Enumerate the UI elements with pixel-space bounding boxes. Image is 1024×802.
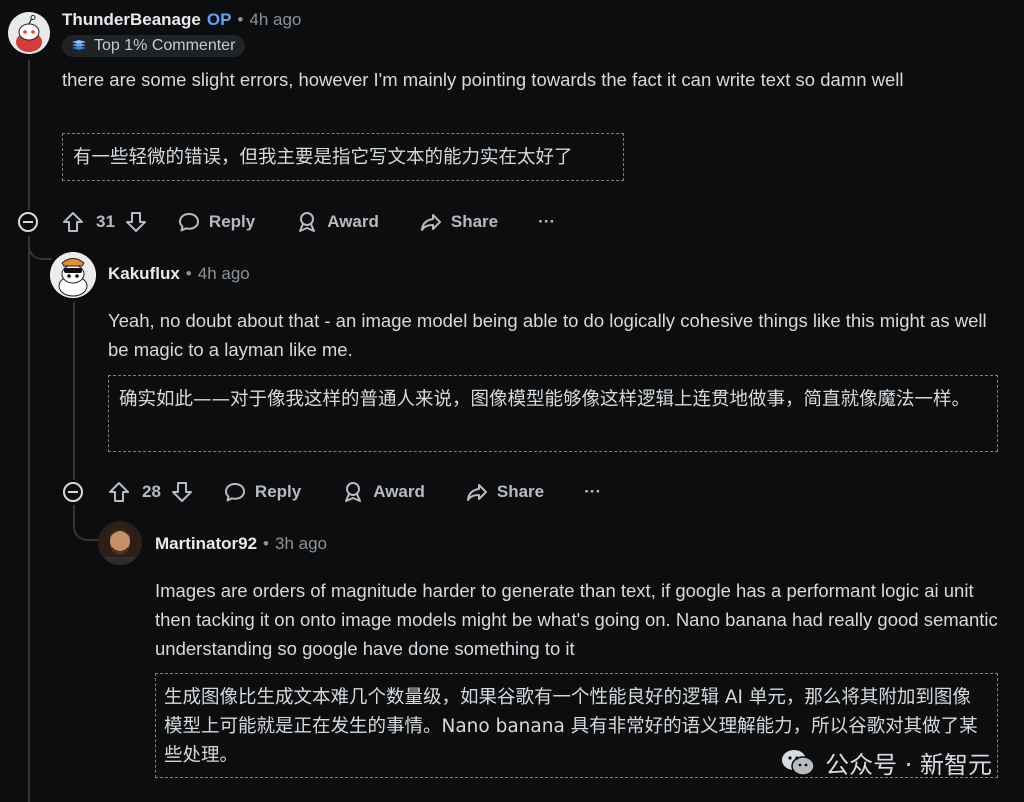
thread-line-root: [28, 60, 30, 210]
timestamp[interactable]: 3h ago: [275, 534, 327, 554]
thread-line-kakuflux: [73, 302, 75, 480]
user-photo-avatar-icon: [98, 521, 142, 565]
share-arrow-icon: [420, 214, 441, 231]
avatar[interactable]: [8, 12, 50, 54]
commenter-badge-icon: [72, 40, 86, 50]
user-flair: Top 1% Commenter: [62, 35, 246, 57]
comment-actions: 28 Reply Award Share ···: [108, 477, 601, 507]
translation-box: 有一些轻微的错误，但我主要是指它写文本的能力实在太好了: [62, 133, 624, 181]
downvote-arrow-icon: [171, 482, 192, 502]
avatar[interactable]: [98, 521, 142, 565]
thread-connector-martinator: [73, 505, 99, 541]
collapse-thread-button[interactable]: [18, 212, 38, 232]
translation-box: 确实如此——对于像我这样的普通人来说，图像模型能够像这样逻辑上连贯地做事，简直就…: [108, 375, 998, 452]
reply-button[interactable]: Reply: [177, 211, 255, 233]
username[interactable]: Martinator92: [155, 534, 257, 554]
more-options-button[interactable]: ···: [584, 482, 601, 502]
share-button[interactable]: Share: [465, 481, 544, 503]
reply-bubble-icon: [178, 213, 199, 232]
vote-count: 31: [96, 212, 115, 231]
separator-dot: •: [185, 264, 192, 283]
upvote-arrow-icon: [109, 482, 129, 502]
downvote-button[interactable]: [171, 481, 193, 503]
thread-line-root-lower: [28, 236, 30, 802]
comment-body: Images are orders of magnitude harder to…: [155, 580, 998, 659]
snoo-avatar-icon: [8, 12, 50, 54]
reply-label: Reply: [208, 212, 256, 231]
reply-bubble-icon: [224, 483, 245, 502]
separator-dot: •: [237, 10, 244, 29]
award-button[interactable]: Award: [295, 211, 379, 233]
comment-header: Martinator92 • 3h ago: [155, 534, 327, 554]
watermark-text: 公众号 · 新智元: [825, 751, 992, 779]
award-label: Award: [373, 482, 425, 501]
vote-count: 28: [142, 482, 161, 501]
more-options-icon: ···: [584, 482, 602, 501]
timestamp[interactable]: 4h ago: [198, 264, 250, 284]
separator-dot: •: [263, 534, 269, 553]
award-label: Award: [327, 212, 379, 231]
more-options-button[interactable]: ···: [538, 212, 555, 232]
comment-body: Yeah, no doubt about that - an image mod…: [108, 310, 987, 360]
award-icon: [345, 482, 362, 502]
share-arrow-icon: [466, 484, 487, 501]
upvote-button[interactable]: [108, 481, 130, 503]
upvote-button[interactable]: [62, 211, 84, 233]
share-label: Share: [496, 482, 545, 501]
username[interactable]: Kakuflux: [108, 264, 180, 284]
reply-label: Reply: [254, 482, 302, 501]
username[interactable]: ThunderBeanage: [62, 10, 201, 30]
avatar[interactable]: [50, 252, 96, 298]
op-badge: OP: [206, 10, 232, 29]
comment-header: Kakuflux • 4h ago: [108, 264, 250, 284]
reply-button[interactable]: Reply: [223, 481, 301, 503]
downvote-button[interactable]: [125, 211, 147, 233]
award-button[interactable]: Award: [341, 481, 425, 503]
watermark: 公众号 · 新智元: [781, 745, 992, 780]
snoo-avatar-icon: [50, 252, 96, 298]
upvote-arrow-icon: [63, 212, 83, 232]
share-button[interactable]: Share: [419, 211, 498, 233]
collapse-thread-button[interactable]: [63, 482, 83, 502]
wechat-logo-icon: [782, 749, 815, 776]
timestamp[interactable]: 4h ago: [249, 10, 301, 30]
flair-label: Top 1% Commenter: [94, 37, 236, 54]
comment-header: ThunderBeanage OP • 4h ago: [62, 10, 301, 30]
share-label: Share: [450, 212, 499, 231]
more-options-icon: ···: [538, 212, 556, 231]
award-icon: [299, 212, 316, 232]
thread-connector-kakuflux: [28, 236, 52, 260]
downvote-arrow-icon: [125, 212, 146, 232]
comment-actions: 31 Reply Award Share ···: [62, 207, 555, 237]
comment-body: there are some slight errors, however I'…: [62, 69, 904, 90]
